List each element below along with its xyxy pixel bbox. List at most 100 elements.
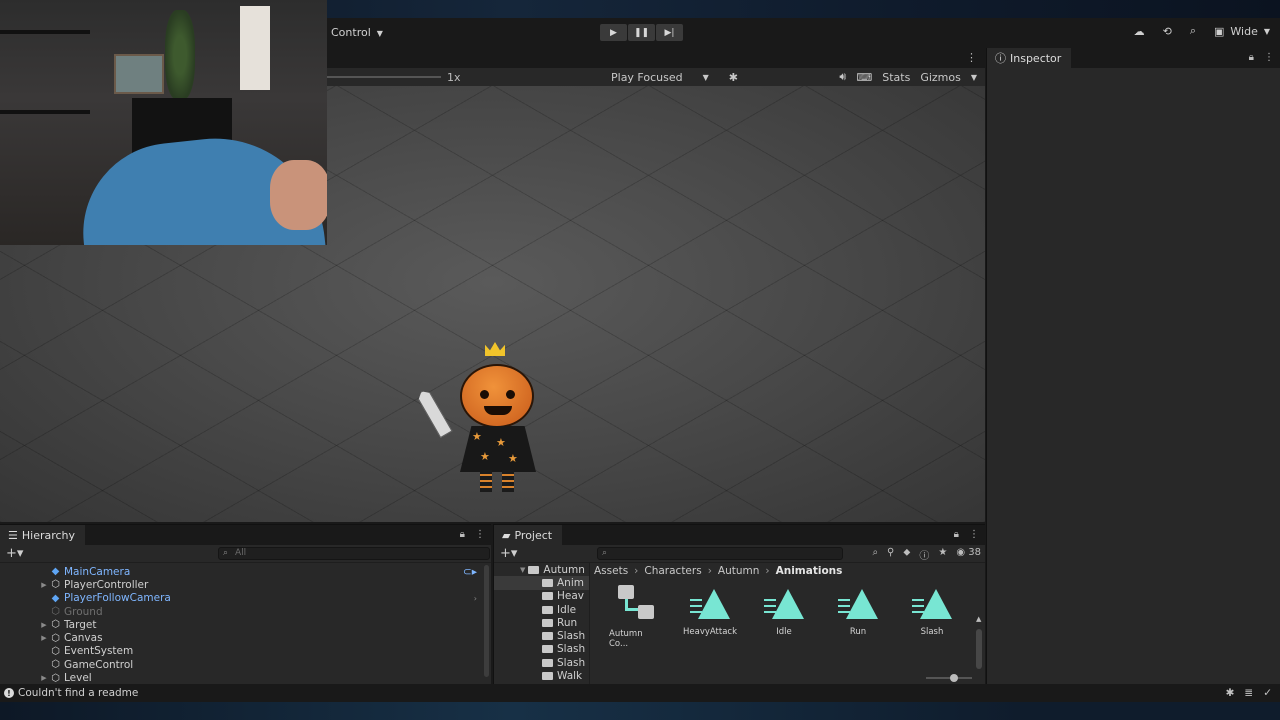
hierarchy-item-canvas[interactable]: ▶ ⬡ Canvas [0, 631, 491, 644]
hierarchy-item-gamecontrol[interactable]: ⬡ GameControl [0, 658, 491, 671]
expand-arrow-icon[interactable]: ▶ [38, 674, 50, 682]
cube-icon: ⬡ [51, 645, 60, 657]
expand-arrow-icon[interactable]: ▶ [38, 634, 50, 642]
folder-label: Run [557, 616, 578, 629]
folder-item[interactable]: Slash [494, 656, 589, 669]
chevron-right-icon: › [765, 565, 770, 577]
folder-item[interactable]: ▼ Autumn [494, 563, 589, 576]
hierarchy-item-playercontroller[interactable]: ▶ ⬡ PlayerController [0, 578, 491, 591]
inspector-panel: ⓘ Inspector 🔒︎ ⋮ [986, 48, 1280, 684]
layers-icon[interactable]: ≣ [1244, 687, 1253, 699]
project-search-input[interactable]: ⌕ [597, 547, 843, 560]
asset-scrollbar[interactable]: ▲ ▼ [976, 615, 982, 693]
wall-board [240, 6, 270, 90]
hierarchy-item-maincamera[interactable]: ◆ MainCamera ⊂▸ [0, 565, 491, 578]
chevron-down-icon: ▼ [376, 29, 383, 38]
control-dropdown[interactable]: Control ▼ [331, 26, 383, 39]
hierarchy-scrollbar[interactable] [484, 565, 489, 677]
folder-label: Heav [557, 590, 585, 603]
hierarchy-item-playerfollowcamera[interactable]: ◆ PlayerFollowCamera › [0, 592, 491, 605]
tab-hierarchy[interactable]: ☰ Hierarchy [0, 525, 86, 545]
star-pattern: ★ [480, 450, 490, 463]
bug-icon[interactable]: ✱ [1226, 687, 1235, 699]
breadcrumb-item[interactable]: Autumn [718, 565, 760, 577]
more-options-icon[interactable]: ⋮ [966, 51, 977, 64]
expand-arrow-icon[interactable]: ▶ [38, 581, 50, 589]
gizmos-button[interactable]: Gizmos [920, 71, 961, 84]
filter-type-icon[interactable]: ⚲ [887, 547, 894, 562]
cloud-icon[interactable]: ☁ [1134, 25, 1145, 38]
sword-sprite [415, 388, 452, 438]
folder-item[interactable]: Idle [494, 603, 589, 616]
warning-icon[interactable]: ⓘ [919, 547, 929, 562]
status-message[interactable]: Couldn't find a readme [18, 687, 138, 699]
folder-item[interactable]: Slash [494, 629, 589, 642]
mouth [484, 406, 512, 415]
keyboard-icon[interactable]: ⌨ [856, 71, 872, 84]
webcam-overlay [0, 0, 327, 245]
tab-project-label: Project [514, 528, 553, 542]
lock-icon[interactable]: 🔒︎ [460, 529, 465, 540]
icon-size-slider[interactable] [926, 674, 972, 682]
asset-item[interactable]: Autumn Co... [609, 585, 663, 649]
folder-icon [542, 645, 553, 654]
prefab-cube-icon: ◆ [51, 592, 60, 604]
folder-item[interactable]: Heav [494, 590, 589, 603]
add-object-button[interactable]: +▾ [6, 546, 23, 561]
search-icon: ⌕ [223, 548, 229, 558]
audio-icon[interactable]: 🔊︎ [839, 70, 846, 84]
folder-item[interactable]: Walk [494, 669, 589, 682]
project-toolbar: +▾ ⌕ ⌕ ⚲ ⬥ ⓘ ★ ◉ 38 [494, 545, 985, 563]
asset-item[interactable]: Slash [905, 589, 959, 649]
hierarchy-search-input[interactable]: ⌕ All [218, 547, 490, 560]
more-options-icon[interactable]: ⋮ [969, 529, 979, 540]
search-icon[interactable]: ⌕ [1190, 24, 1196, 38]
asset-item[interactable]: Idle [757, 589, 811, 649]
check-circle-icon[interactable]: ✓ [1263, 687, 1272, 699]
scene-tab-bar: ⋮ [327, 48, 985, 68]
tab-inspector[interactable]: ⓘ Inspector [987, 48, 1072, 68]
asset-item[interactable]: HeavyAttack [683, 589, 737, 649]
cloak-sprite: ★ ★ ★ ★ [460, 426, 536, 472]
hierarchy-item-target[interactable]: ▶ ⬡ Target [0, 618, 491, 631]
folder-item[interactable]: Slash [494, 643, 589, 656]
favorite-icon[interactable]: ★ [938, 547, 947, 562]
pause-button[interactable]: ❚❚ [628, 24, 655, 41]
chevron-right-icon[interactable]: › [474, 594, 477, 603]
scroll-up-icon[interactable]: ▲ [976, 615, 981, 623]
create-asset-button[interactable]: +▾ [500, 546, 517, 561]
folder-item-selected[interactable]: Anim [494, 576, 589, 590]
hierarchy-list: ◆ MainCamera ⊂▸ ▶ ⬡ PlayerController ◆ Pl… [0, 563, 491, 685]
bug-icon[interactable]: ✱ [729, 71, 738, 84]
hierarchy-item-eventsystem[interactable]: ⬡ EventSystem [0, 645, 491, 658]
hierarchy-item-ground[interactable]: ⬡ Ground [0, 605, 491, 618]
hierarchy-item-level[interactable]: ▶ ⬡ Level [0, 671, 491, 684]
more-options-icon[interactable]: ⋮ [1264, 52, 1274, 63]
stats-button[interactable]: Stats [882, 71, 910, 84]
hierarchy-item-label: Level [64, 672, 92, 685]
lock-icon[interactable]: 🔒︎ [1249, 52, 1254, 63]
layout-dropdown[interactable]: ▣ Wide ▼ [1214, 25, 1270, 38]
play-focused-dropdown[interactable]: Play Focused ▼ ✱ [611, 71, 738, 84]
label-icon[interactable]: ⬥ [903, 547, 910, 562]
project-tab-bar: ▰ Project 🔒︎ ⋮ [494, 525, 985, 545]
tab-project[interactable]: ▰ Project [494, 525, 563, 545]
play-icon: ▶ [610, 27, 617, 38]
asset-item[interactable]: Run [831, 589, 885, 649]
history-icon[interactable]: ⟲ [1163, 25, 1172, 38]
more-options-icon[interactable]: ⋮ [475, 529, 485, 540]
breadcrumb-item[interactable]: Assets [594, 565, 628, 577]
breadcrumb-current[interactable]: Animations [776, 565, 843, 577]
search-filter-icon[interactable]: ⌕ [872, 547, 878, 562]
lock-icon[interactable]: 🔒︎ [954, 529, 959, 540]
breadcrumb-item[interactable]: Characters [644, 565, 701, 577]
hierarchy-search-placeholder: All [235, 548, 247, 558]
step-button[interactable]: ▶| [656, 24, 683, 41]
layout-icon: ▣ [1213, 24, 1225, 38]
play-button[interactable]: ▶ [600, 24, 627, 41]
pumpkin-knight-sprite[interactable]: ★ ★ ★ ★ [425, 342, 545, 492]
chevron-down-icon[interactable]: ▼ [971, 73, 977, 82]
timescale-slider[interactable] [327, 76, 441, 78]
expand-arrow-icon[interactable]: ▶ [38, 621, 50, 629]
folder-item[interactable]: Run [494, 616, 589, 629]
